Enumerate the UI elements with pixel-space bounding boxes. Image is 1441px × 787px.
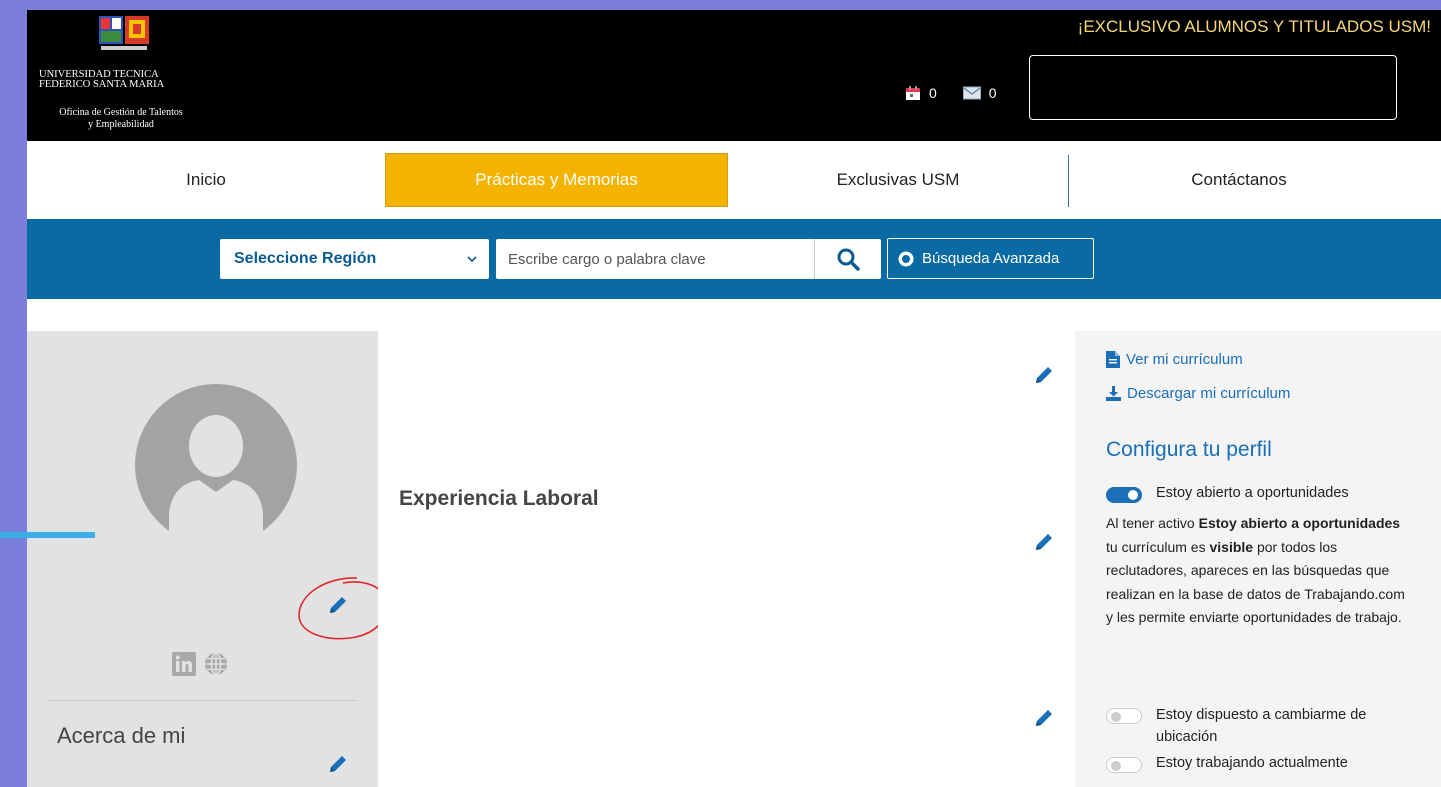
profile-card: Acerca de mi <box>27 331 388 787</box>
nav-practicas-memorias[interactable]: Prácticas y Memorias <box>385 153 728 207</box>
relocate-row: Estoy dispuesto a cambiarme de ubicación <box>1106 706 1406 748</box>
opportunities-description: Al tener activo Estoy abierto a oportuni… <box>1106 512 1406 630</box>
open-to-opportunities-row: Estoy abierto a oportunidades <box>1106 485 1349 503</box>
main-navigation: Inicio Prácticas y Memorias Exclusivas U… <box>27 141 1441 219</box>
crest-icon <box>99 16 149 50</box>
avatar[interactable] <box>135 384 297 546</box>
user-account-box[interactable] <box>1029 55 1397 120</box>
social-links <box>172 652 228 676</box>
relocate-label: Estoy dispuesto a cambiarme de ubicación <box>1156 707 1367 745</box>
logo-sub-line-2: y Empleabilidad <box>88 119 154 130</box>
currently-working-row: Estoy trabajando actualmente <box>1106 755 1348 773</box>
calendar-icon <box>906 86 920 100</box>
logo-sub-line-1: Oficina de Gestión de Talentos <box>59 107 183 118</box>
desc-part-2: tu currículum es <box>1106 538 1210 555</box>
search-icon <box>837 248 860 271</box>
chevron-down-icon <box>467 256 477 263</box>
decorative-accent-line <box>0 532 95 538</box>
view-cv-link[interactable]: Ver mi currículum <box>1106 351 1243 368</box>
document-icon <box>1106 351 1120 368</box>
profile-main-content: Experiencia Laboral <box>378 331 1075 787</box>
profile-settings-sidebar: Ver mi currículum Descargar mi currículu… <box>1075 331 1441 787</box>
notification-counters: 0 0 <box>905 85 1015 101</box>
top-header: UNIVERSIDAD TECNICA FEDERICO SANTA MARIA… <box>27 10 1441 141</box>
nav-inicio-label: Inicio <box>186 170 226 189</box>
logo-line-2: FEDERICO SANTA MARIA <box>39 79 165 90</box>
mail-counter[interactable]: 0 <box>962 85 997 101</box>
keyword-search-input[interactable] <box>496 239 814 279</box>
download-cv-label: Descargar mi currículum <box>1127 385 1291 402</box>
university-logo[interactable]: UNIVERSIDAD TECNICA FEDERICO SANTA MARIA… <box>35 12 205 138</box>
mail-icon <box>962 86 981 100</box>
relocate-toggle[interactable] <box>1106 708 1142 724</box>
region-select[interactable]: Seleccione Región <box>220 239 489 279</box>
nav-exclusivas-usm[interactable]: Exclusivas USM <box>728 153 1068 207</box>
content-spacer <box>27 299 1441 331</box>
edit-section-pencil-icon[interactable] <box>1033 707 1055 729</box>
open-to-opportunities-toggle[interactable] <box>1106 487 1142 503</box>
logo-subtitle: Oficina de Gestión de Talentos y Empleab… <box>35 107 207 131</box>
view-cv-label: Ver mi currículum <box>1126 351 1243 368</box>
open-to-opportunities-label: Estoy abierto a oportunidades <box>1156 485 1349 501</box>
configure-profile-title: Configura tu perfil <box>1106 438 1272 461</box>
download-cv-link[interactable]: Descargar mi currículum <box>1106 385 1290 402</box>
annotation-circle <box>298 577 388 640</box>
edit-summary-pencil-icon[interactable] <box>1033 364 1055 386</box>
nav-contactanos-label: Contáctanos <box>1191 170 1287 189</box>
currently-working-toggle[interactable] <box>1106 757 1142 773</box>
mail-count: 0 <box>988 85 997 101</box>
edit-experience-pencil-icon[interactable] <box>1033 531 1055 553</box>
logo-name: UNIVERSIDAD TECNICA FEDERICO SANTA MARIA <box>39 69 165 90</box>
desc-part-1: Al tener activo <box>1106 515 1199 531</box>
advanced-search-button[interactable]: Búsqueda Avanzada <box>887 238 1094 279</box>
linkedin-icon[interactable] <box>172 652 196 676</box>
download-icon <box>1106 386 1121 401</box>
nav-contactanos[interactable]: Contáctanos <box>1069 153 1409 207</box>
browser-viewport: UNIVERSIDAD TECNICA FEDERICO SANTA MARIA… <box>27 10 1441 787</box>
region-select-label: Seleccione Región <box>234 250 377 267</box>
user-silhouette-icon <box>169 415 263 546</box>
globe-icon[interactable] <box>204 652 228 676</box>
experience-section-title: Experiencia Laboral <box>399 487 599 510</box>
nav-exclusivas-label: Exclusivas USM <box>836 170 960 189</box>
profile-divider <box>47 700 357 701</box>
nav-inicio[interactable]: Inicio <box>27 153 385 207</box>
calendar-count: 0 <box>929 85 937 101</box>
currently-working-label: Estoy trabajando actualmente <box>1156 755 1348 771</box>
desc-bold-1: Estoy abierto a oportunidades <box>1198 515 1401 531</box>
search-button[interactable] <box>814 239 881 279</box>
desc-bold-2: visible <box>1209 538 1254 555</box>
about-me-title: Acerca de mi <box>57 723 186 748</box>
plus-circle-icon <box>898 251 914 266</box>
nav-practicas-label: Prácticas y Memorias <box>475 170 638 189</box>
advanced-search-label: Búsqueda Avanzada <box>922 250 1060 267</box>
exclusive-banner: ¡EXCLUSIVO ALUMNOS Y TITULADOS USM! <box>1077 17 1431 36</box>
edit-about-pencil-icon[interactable] <box>327 753 349 775</box>
calendar-counter[interactable]: 0 <box>905 85 937 101</box>
search-bar: Seleccione Región Búsqueda Avanzada <box>27 219 1441 299</box>
